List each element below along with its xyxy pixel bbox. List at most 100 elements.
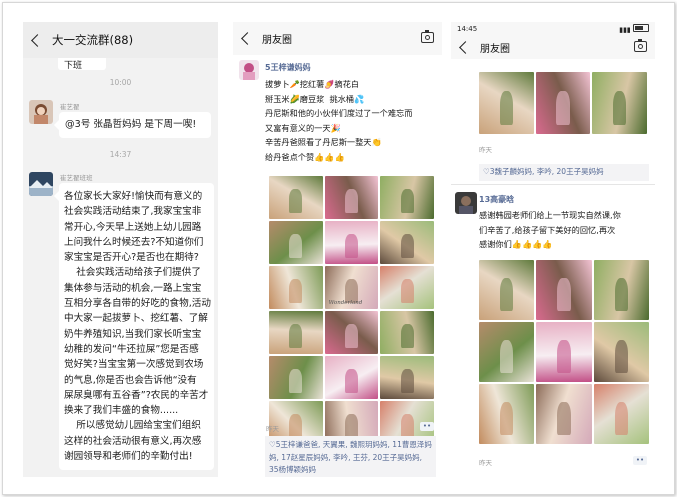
message-line: 上问我什么时候还去?不知道你们 [64,236,204,248]
photo-thumbnail[interactable] [592,72,647,134]
timestamp: 10:00 [109,78,132,87]
message-line: 奶牛养殖知识,当我们家长听宝宝 [64,328,202,340]
photo-thumbnail[interactable] [380,311,434,354]
moments-title: 朋友圈 [262,35,292,46]
moments-panel-1: 朋友圈 5王梓谦妈妈 拔萝卜🥕挖红薯🍠摘花白 掰玉米🌽磨豆浆 挑水桶💦 丹尼斯和他的… [233,22,442,477]
photo-subject [400,413,414,438]
photo-subject [289,413,303,438]
photo-thumbnail[interactable] [593,384,649,444]
photo-subject [614,402,628,435]
photo-thumbnail[interactable] [380,266,434,309]
post-time: 昨天 [266,425,279,433]
moments-header: 朋友圈 [451,35,655,59]
photo-thumbnail[interactable] [479,72,534,134]
post-text-line: 掰玉米🌽磨豆浆 挑水桶💦 [265,93,365,104]
post-time: 昨天 [479,459,492,467]
chat-header: 大一交流群(88) [23,22,218,58]
photo-thumbnail[interactable] [380,221,434,264]
message-line: 这样的社会活动很有意义,再次感 [64,435,202,447]
photo-thumbnail[interactable] [269,311,323,354]
avatar[interactable] [239,60,259,80]
photo-thumbnail[interactable] [324,311,379,354]
moments-header: 朋友圈 [233,22,442,55]
battery-icon [633,23,649,32]
photo-grid [479,260,649,444]
photo-thumbnail[interactable]: Wonderland [324,266,379,309]
moments-panel-2: 14:45 ▮▮▮ 朋友圈 昨天 ♡3魏子麟妈妈, 李吟, 20王子昊妈妈 13… [451,22,655,477]
photo-thumbnail[interactable] [593,260,649,320]
message-text: @3号 张晶哲妈妈 是下周一喫! [65,119,197,130]
photo-subject [289,188,303,213]
sender-name: 崔艺翟班班 [60,174,93,182]
photo-thumbnail[interactable] [324,176,379,219]
photo-thumbnail[interactable] [479,384,535,444]
photo-thumbnail[interactable] [536,260,592,320]
photo-subject [289,323,303,348]
photo-thumbnail[interactable] [269,266,323,309]
photo-thumbnail[interactable] [380,176,434,219]
photo-thumbnail[interactable] [269,356,323,399]
post-text-line: 丹尼斯和他的小伙伴们度过了一个难忘而 [265,108,413,119]
photo-thumbnail[interactable] [536,322,592,382]
more-actions-button[interactable]: •• [420,422,434,431]
message-line: 社会实践活动结束了,我家宝宝非 [64,206,202,218]
photo-thumbnail[interactable] [324,221,379,264]
back-chevron-icon[interactable] [459,40,472,54]
message-line: 换来了我们丰盛的食物...... [64,405,179,417]
photo-subject [400,368,414,393]
photo-subject [500,402,514,435]
photo-thumbnail[interactable] [324,356,379,399]
post-text: 感谢韩园老师们给上一节现实自然课,你 们辛苦了,给孩子留下美好的回忆,再次 感谢你们… [479,208,653,252]
avatar[interactable] [29,172,53,196]
photo-subject [400,278,414,303]
photo-subject [345,368,358,393]
likes-list: ♡3魏子麟妈妈, 李吟, 20王子昊妈妈 [479,164,649,181]
photo-thumbnail[interactable] [593,322,649,382]
avatar[interactable] [29,100,53,124]
photo-subject [614,340,628,373]
photo-thumbnail[interactable] [380,356,434,399]
photo-subject [557,278,571,311]
status-time: 14:45 [457,24,478,33]
message-line: 中大家一起拔萝卜、挖红薯、了解 [64,313,208,325]
post-text-line: 感谢韩园老师们给上一节现实自然课,你 [479,210,621,220]
photo-subject [557,340,571,373]
message-line: 互相分享各自带的好吃的食物,活动 [64,298,211,310]
photo-thumbnail[interactable] [479,322,535,382]
photo-subject [345,188,358,213]
camera-icon[interactable] [421,30,434,43]
camera-icon[interactable] [634,39,647,52]
message-line: 家宝宝是否开心?是否也在期待? [64,252,199,264]
back-chevron-icon[interactable] [241,32,254,45]
avatar[interactable] [455,192,477,214]
photo-thumbnail[interactable] [269,221,323,264]
photo-thumbnail[interactable] [269,176,323,219]
photo-subject [557,402,571,435]
photo-thumbnail[interactable] [536,384,592,444]
photo-subject [400,188,414,213]
photo-subject [289,278,303,303]
message-fragment: 下班 [58,58,106,71]
sender-name: 崔艺翟 [60,103,80,111]
message-line: 集体参与活动的机会,一路上宝宝 [64,282,202,294]
photo-thumbnail[interactable] [479,260,535,320]
chat-title: 大一交流群(88) [52,33,134,47]
photo-subject [556,90,570,125]
post-author[interactable]: 13高豪晗 [479,194,514,205]
post-time: 昨天 [479,146,492,154]
signal-icon: ▮▮▮ [619,25,633,34]
photo-thumbnail[interactable] [535,72,591,134]
message-line: 社会实践活动给孩子们提供了 [64,267,201,279]
post-text-line: 感谢你们👍👍👍👍 [479,239,553,250]
message-bubble[interactable]: 各位家长大家好!愉快而有意义的 社会实践活动结束了,我家宝宝非 常开心,今天早上送她… [54,183,214,470]
back-chevron-icon[interactable] [31,33,44,47]
status-icons: ▮▮▮ [619,23,649,34]
message-line: 常开心,今天早上送她上幼儿园路 [64,221,202,233]
message-line: 各位家长大家好!愉快而有意义的 [64,191,203,202]
post-author[interactable]: 5王梓谦妈妈 [265,62,311,73]
more-actions-button[interactable]: •• [633,456,647,465]
moments-title: 朋友圈 [480,43,510,55]
message-line: 谢园领导和老师们的辛勤付出! [64,451,193,463]
post-text-line: 又富有意义的一天🎉 [265,122,341,133]
message-bubble[interactable]: @3号 张晶哲妈妈 是下周一喫! [54,112,211,138]
